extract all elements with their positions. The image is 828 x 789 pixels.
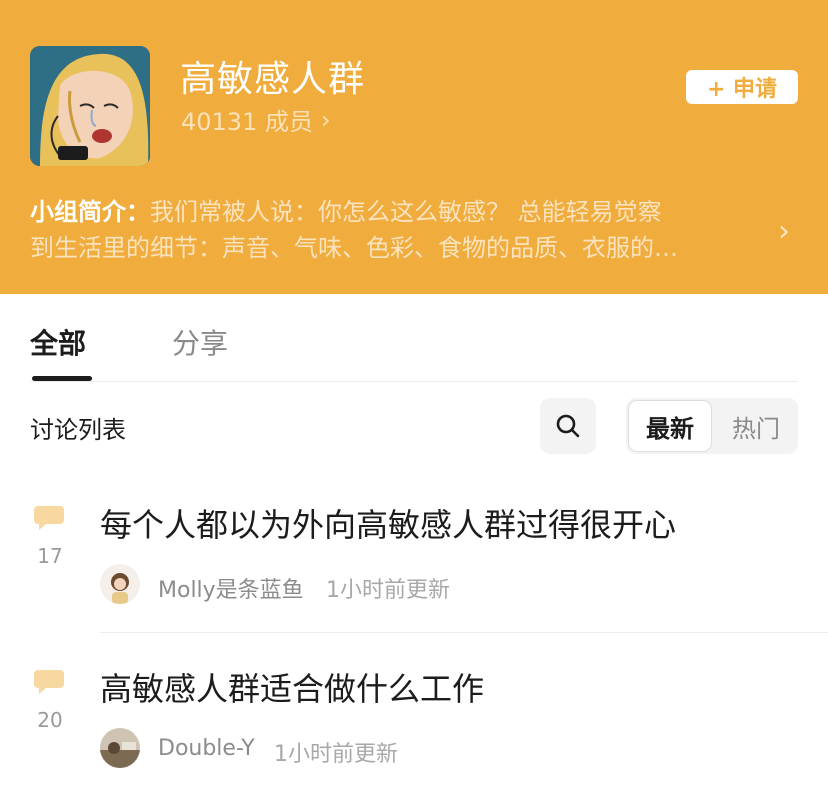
comment-bubble-icon bbox=[34, 506, 64, 530]
join-button[interactable]: + 申请 bbox=[686, 70, 798, 104]
search-button[interactable] bbox=[540, 398, 596, 454]
sort-latest-button[interactable]: 最新 bbox=[628, 400, 712, 452]
tab-share[interactable]: 分享 bbox=[172, 322, 228, 362]
post-title[interactable]: 每个人都以为外向高敏感人群过得很开心 bbox=[100, 500, 676, 546]
divider bbox=[100, 632, 828, 633]
search-icon bbox=[556, 414, 580, 438]
post-title[interactable]: 高敏感人群适合做什么工作 bbox=[100, 664, 484, 710]
chevron-right-icon: › bbox=[320, 105, 331, 134]
post-time: 1小时前更新 bbox=[274, 742, 398, 767]
post-author[interactable]: Molly是条蓝鱼 bbox=[158, 572, 304, 604]
intro-text-line2: 到生活里的细节：声音、气味、色彩、食物的品质、衣服的… bbox=[30, 234, 678, 262]
avatar[interactable] bbox=[100, 564, 140, 604]
group-header: 高敏感人群 40131 成员 › + 申请 小组简介：我们常被人说：你怎么这么敏… bbox=[0, 0, 828, 294]
group-intro[interactable]: 小组简介：我们常被人说：你怎么这么敏感？ 总能轻易觉察 到生活里的细节：声音、气… bbox=[30, 194, 760, 266]
chevron-right-icon[interactable]: › bbox=[778, 214, 790, 249]
avatar[interactable] bbox=[100, 728, 140, 768]
discussion-list-title: 讨论列表 bbox=[30, 416, 126, 444]
comment-bubble-icon bbox=[34, 670, 64, 694]
comment-count: 20 bbox=[37, 708, 63, 732]
intro-label: 小组简介： bbox=[30, 198, 150, 226]
post-author[interactable]: Double-Y bbox=[158, 736, 255, 761]
tab-all[interactable]: 全部 bbox=[30, 322, 86, 362]
group-avatar[interactable] bbox=[30, 46, 150, 166]
comment-count: 17 bbox=[37, 544, 63, 568]
sort-toggle: 最新 热门 bbox=[626, 398, 798, 454]
group-name: 高敏感人群 bbox=[180, 59, 366, 100]
sort-hot-button[interactable]: 热门 bbox=[716, 400, 796, 452]
active-tab-indicator bbox=[32, 376, 92, 381]
member-count: 40131 成员 bbox=[181, 108, 313, 136]
intro-text-line1: 我们常被人说：你怎么这么敏感？ 总能轻易觉察 bbox=[150, 198, 662, 226]
tab-bar: 全部 分享 bbox=[30, 316, 798, 382]
post-time: 1小时前更新 bbox=[326, 578, 450, 603]
member-count-link[interactable]: 40131 成员 › bbox=[181, 102, 331, 137]
